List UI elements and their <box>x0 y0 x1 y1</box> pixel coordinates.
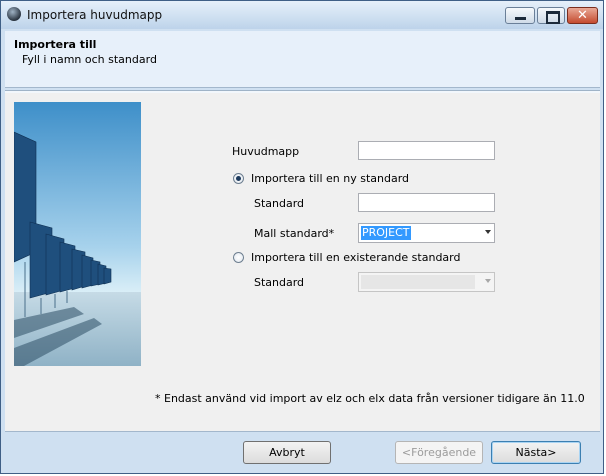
title-bar[interactable]: Importera huvudmapp ✕ <box>1 1 603 29</box>
import-dialog-window: Importera huvudmapp ✕ Importera till Fyl… <box>0 0 604 474</box>
next-button[interactable]: Nästa> <box>491 441 581 464</box>
app-globe-icon <box>7 7 21 21</box>
dropdown-arrow-icon <box>485 230 491 234</box>
minimize-button[interactable] <box>505 7 535 24</box>
solar-panels-image <box>14 102 141 366</box>
standard-existing-value <box>361 275 475 289</box>
standard-new-input[interactable] <box>358 193 495 212</box>
header-title: Importera till <box>14 38 97 51</box>
footnote: * Endast använd vid import av elz och el… <box>155 392 585 405</box>
cancel-button[interactable]: Avbryt <box>243 441 331 464</box>
mall-standard-combobox[interactable]: PROJECT <box>358 223 495 243</box>
radio-existing-standard-label[interactable]: Importera till en existerande standard <box>251 251 460 264</box>
header-subtitle: Fyll i namn och standard <box>22 53 157 66</box>
huvudmapp-label: Huvudmapp <box>232 145 300 158</box>
maximize-button[interactable] <box>537 7 565 24</box>
minimize-icon <box>515 17 526 20</box>
window-title: Importera huvudmapp <box>27 8 163 22</box>
previous-button[interactable]: <Föregående <box>395 441 483 464</box>
wizard-header: Importera till Fyll i namn och standard <box>5 31 600 88</box>
dropdown-arrow-icon <box>485 279 491 283</box>
radio-new-standard[interactable] <box>233 173 244 184</box>
wizard-content: Huvudmapp Importera till en ny standard … <box>5 93 600 431</box>
mall-standard-value: PROJECT <box>361 226 411 240</box>
maximize-icon <box>546 11 560 24</box>
mall-standard-label: Mall standard* <box>254 227 335 240</box>
standard-new-label: Standard <box>254 197 305 210</box>
radio-new-standard-label[interactable]: Importera till en ny standard <box>251 172 409 185</box>
close-icon: ✕ <box>577 8 588 23</box>
radio-selected-dot <box>236 176 241 181</box>
close-button[interactable]: ✕ <box>567 7 598 24</box>
huvudmapp-input[interactable] <box>358 141 495 160</box>
button-bar: Avbryt <Föregående Nästa> <box>5 431 600 472</box>
standard-existing-label: Standard <box>254 276 305 289</box>
radio-existing-standard[interactable] <box>233 252 244 263</box>
standard-existing-combobox[interactable] <box>358 272 495 292</box>
